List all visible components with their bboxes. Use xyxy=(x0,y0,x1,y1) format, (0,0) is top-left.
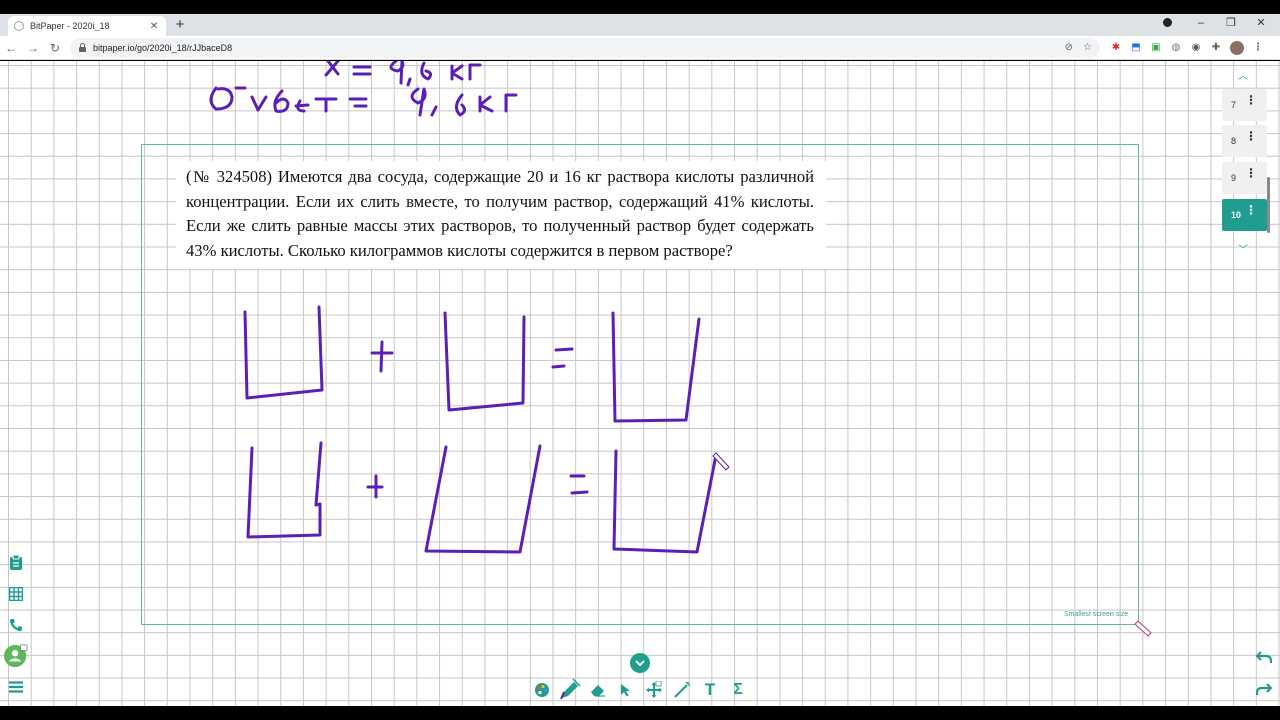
pen-icon[interactable] xyxy=(558,678,582,702)
browser-tab-strip: BitPaper - 2020i_18 ✕ + – ❐ ✕ xyxy=(0,14,1280,36)
extensions: ✱ ⬒ ▣ ◍ ◉ ✚ ⋮ xyxy=(1110,40,1264,55)
text-icon[interactable]: T xyxy=(698,678,722,702)
redo-icon[interactable] xyxy=(1254,679,1274,699)
extension-green-icon[interactable]: ▣ xyxy=(1150,42,1162,54)
back-icon[interactable]: ← xyxy=(0,41,22,55)
window-controls: – ❐ ✕ xyxy=(1163,16,1274,29)
whiteboard-canvas[interactable]: Smallest screen size (№ 324508) Имеются … xyxy=(0,61,1280,706)
chevron-down-icon xyxy=(635,660,645,667)
reload-icon[interactable]: ↻ xyxy=(44,41,66,55)
camera-off-icon[interactable]: ⊘ xyxy=(1065,42,1073,53)
translate-icon[interactable]: ⬒ xyxy=(1130,42,1142,54)
move-icon[interactable] xyxy=(642,678,666,702)
new-tab-button[interactable]: + xyxy=(172,17,188,33)
top-black-bar xyxy=(0,0,1280,14)
page-menu-icon[interactable]: ⋮ xyxy=(1245,167,1257,179)
restore-button[interactable]: ❐ xyxy=(1218,16,1244,29)
page-number: 9 xyxy=(1231,173,1237,183)
url-text: bitpaper.io/go/2020i_18/rJJbaceD8 xyxy=(93,42,233,53)
handwriting-line2 xyxy=(209,86,518,117)
bottom-toolbar: T Σ xyxy=(530,677,750,703)
pages-scrollbar[interactable] xyxy=(1267,177,1270,233)
extension-mic-icon[interactable]: ◉ xyxy=(1190,42,1202,54)
page-number: 8 xyxy=(1231,136,1237,146)
bottom-black-bar xyxy=(0,706,1280,720)
problem-text: (№ 324508) Имеются два сосуда, содержащи… xyxy=(186,167,814,260)
page-menu-icon[interactable]: ⋮ xyxy=(1245,130,1257,142)
problem-card[interactable]: (№ 324508) Имеются два сосуда, содержащи… xyxy=(176,161,826,269)
page-thumb-10[interactable]: 10 ⋮ xyxy=(1222,199,1267,231)
grid-icon[interactable] xyxy=(4,583,28,605)
collapse-toolbar-button[interactable] xyxy=(630,653,650,673)
forward-icon[interactable]: → xyxy=(22,41,44,55)
page-thumb-9[interactable]: 9 ⋮ xyxy=(1222,162,1267,194)
clipboard-icon[interactable] xyxy=(4,552,28,574)
page-menu-icon[interactable]: ⋮ xyxy=(1245,94,1257,106)
extension-red-icon[interactable]: ✱ xyxy=(1110,42,1122,54)
menu-icon[interactable] xyxy=(4,676,28,698)
phone-icon[interactable] xyxy=(4,614,28,636)
profile-avatar[interactable] xyxy=(1230,40,1244,55)
url-field[interactable]: bitpaper.io/go/2020i_18/rJJbaceD8 ⊘ ☆ xyxy=(70,37,1100,58)
eraser-icon[interactable] xyxy=(586,678,610,702)
globe-icon xyxy=(14,21,24,31)
page-thumb-7[interactable]: 7 ⋮ xyxy=(1222,89,1267,121)
star-icon[interactable]: ☆ xyxy=(1083,42,1092,53)
close-window-button[interactable]: ✕ xyxy=(1248,16,1274,29)
address-bar: ← → ↻ bitpaper.io/go/2020i_18/rJJbaceD8 … xyxy=(0,36,1280,60)
laser-icon[interactable] xyxy=(670,678,694,702)
lock-icon xyxy=(78,43,87,52)
browser-tab[interactable]: BitPaper - 2020i_18 ✕ xyxy=(8,16,166,36)
pages-down-icon[interactable]: ﹀ xyxy=(1238,241,1248,256)
puzzle-icon[interactable]: ✚ xyxy=(1210,42,1222,54)
add-user-icon[interactable] xyxy=(4,644,28,668)
tab-close-button[interactable]: ✕ xyxy=(148,21,160,32)
page-number: 7 xyxy=(1231,100,1237,110)
pointer-icon[interactable] xyxy=(614,678,638,702)
page-number: 10 xyxy=(1231,210,1242,220)
record-icon[interactable] xyxy=(1163,18,1172,27)
kebab-menu-icon[interactable]: ⋮ xyxy=(1252,42,1264,54)
minimize-button[interactable]: – xyxy=(1188,17,1214,29)
frame-note: Smallest screen size xyxy=(1064,611,1129,618)
handwriting-line1 xyxy=(324,61,482,87)
extension-globe-icon[interactable]: ◍ xyxy=(1170,42,1182,54)
palette-icon[interactable] xyxy=(530,678,554,702)
undo-icon[interactable] xyxy=(1254,647,1274,667)
sigma-icon[interactable]: Σ xyxy=(726,678,750,702)
tab-title: BitPaper - 2020i_18 xyxy=(30,21,110,31)
page-thumb-8[interactable]: 8 ⋮ xyxy=(1222,125,1267,157)
pages-up-icon[interactable]: ︿ xyxy=(1238,67,1248,82)
page-menu-icon[interactable]: ⋮ xyxy=(1245,204,1257,216)
